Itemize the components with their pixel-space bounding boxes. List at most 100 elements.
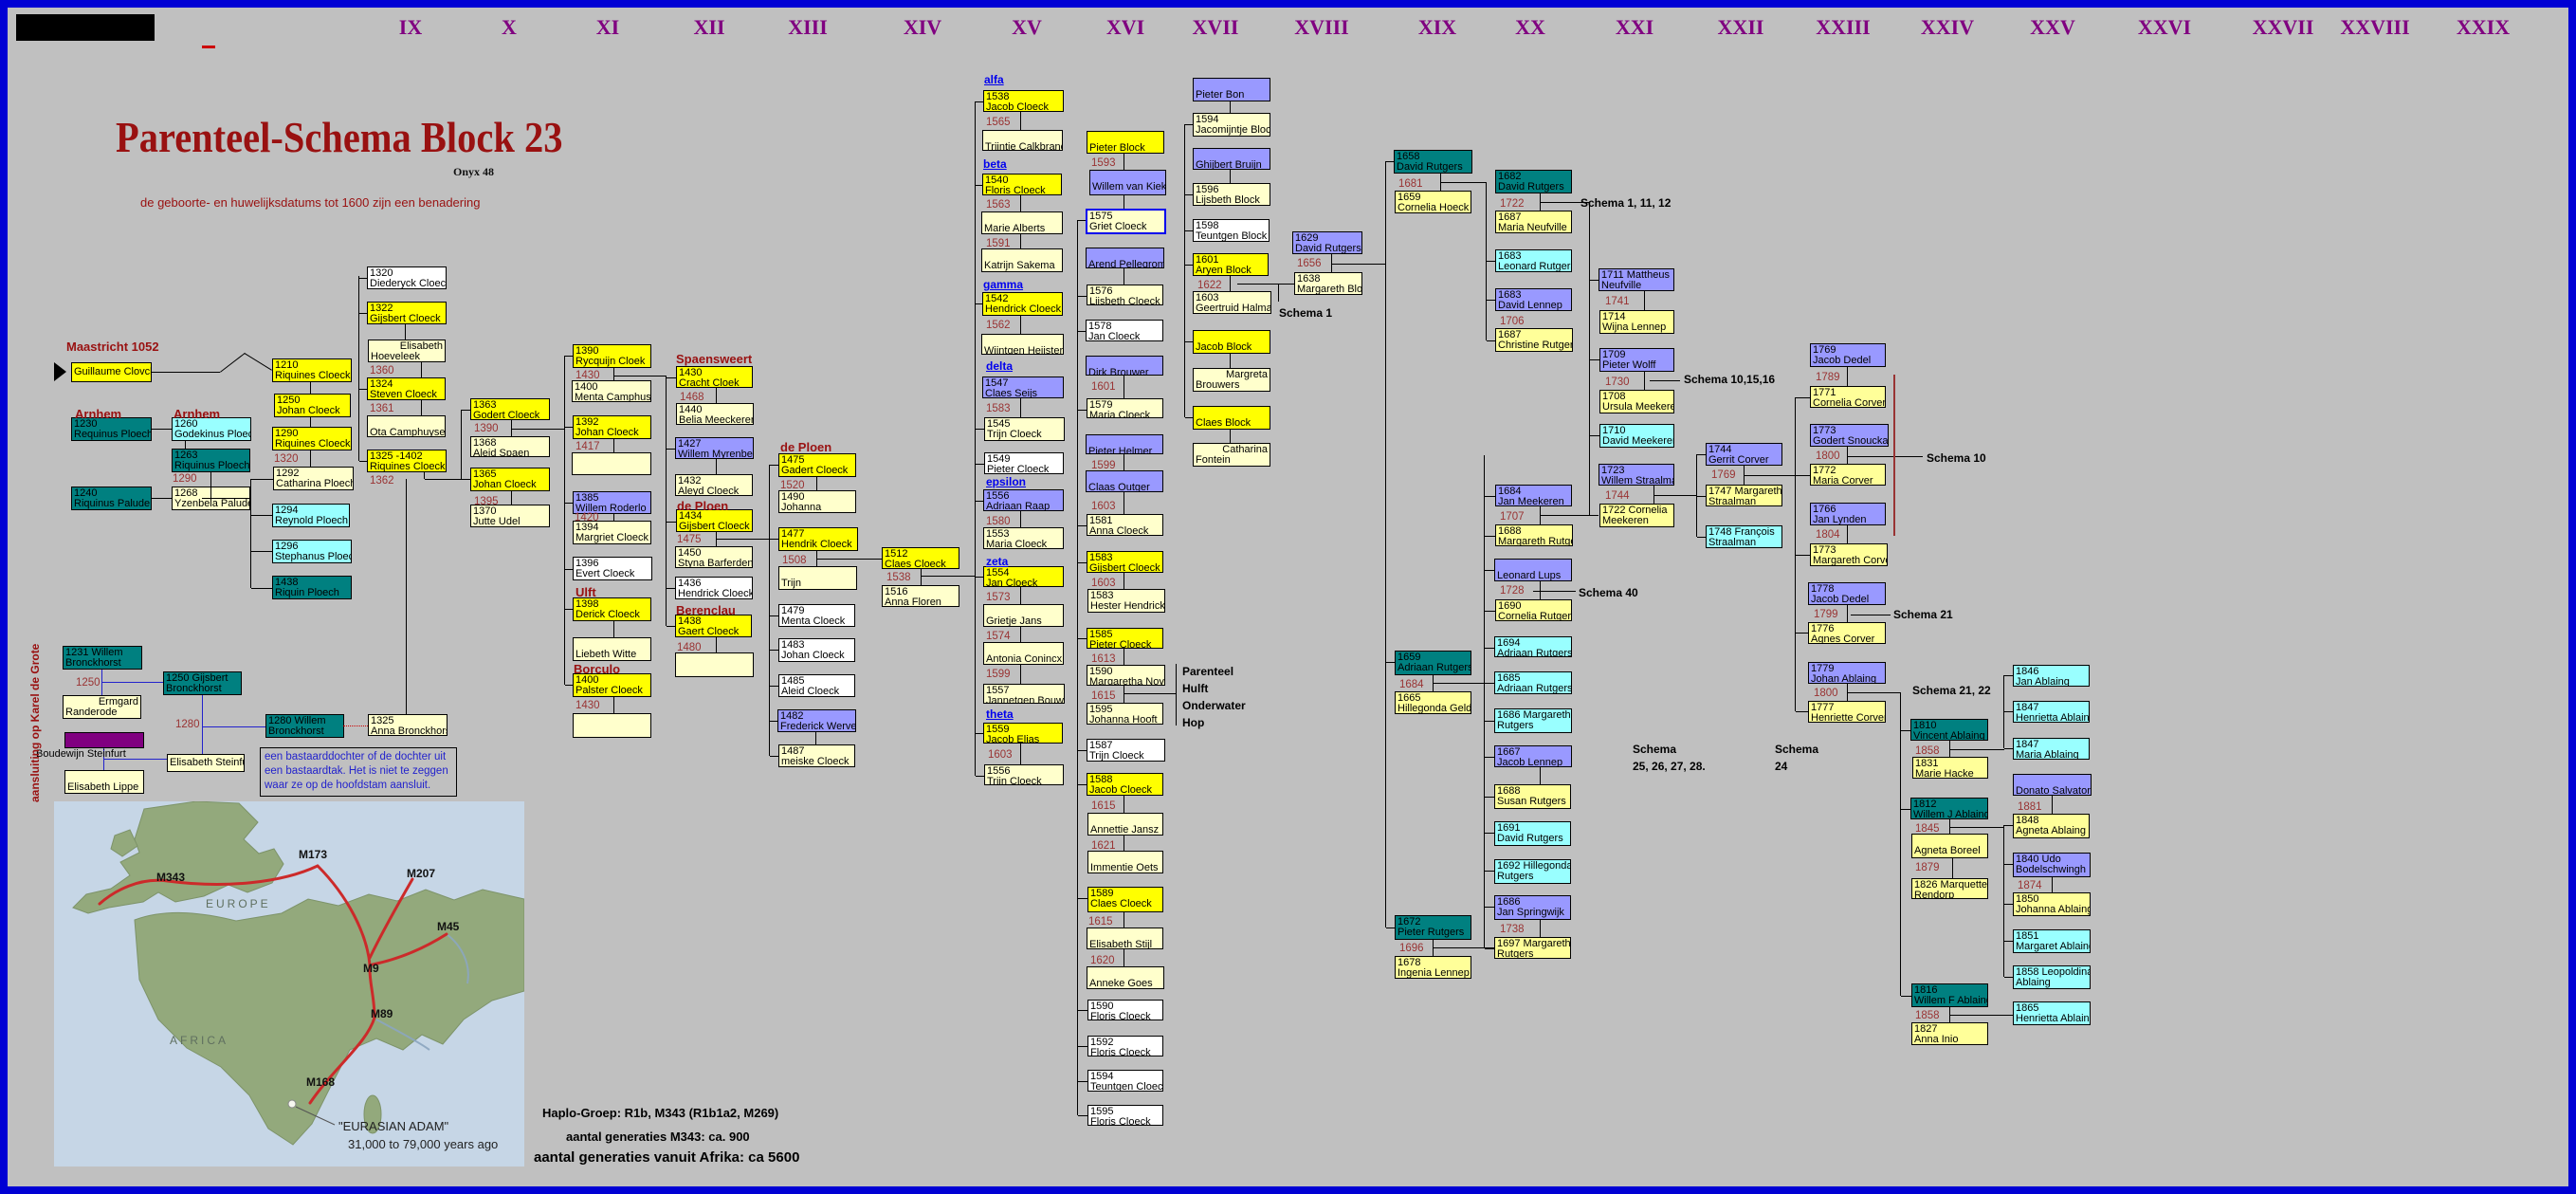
person-box: Elisabeth Steinfurt [167,754,245,772]
connector-line [976,733,983,734]
connector-line [1185,124,1193,125]
person-box: Claes Block [1193,406,1270,430]
person-box: 1363Godert Cloeck [470,398,550,420]
connector-line [152,372,220,373]
connector-line [461,410,462,479]
connector-line [1185,417,1193,418]
connector-line [1697,496,1706,497]
generation-numeral: XXVIII [2340,15,2409,40]
person-box: 1398Derick Cloeck [573,597,651,621]
schema-reference: Schema 21, 22 [1912,682,1991,699]
person-box: Ghijbert Bruijn [1193,148,1270,170]
connector-line [1185,230,1193,231]
person-box: 1594Teuntgen Cloeck [1087,1070,1163,1092]
person-box: 1542Hendrick Cloeck [982,292,1063,316]
person-box: Antonia Conincx [983,642,1064,665]
connector-line [1901,730,1910,731]
marriage-year-label: 1320 [274,453,299,465]
connector-line [1485,757,1494,758]
person-box [675,652,754,677]
connector-line [815,732,816,744]
branch-header: delta [986,359,1013,373]
marriage-year-label: 1574 [986,631,1011,642]
connector-line [1078,1081,1087,1082]
connector-line [2004,904,2013,905]
marriage-year-label: 1621 [1091,840,1116,852]
connector-line [425,479,462,480]
connector-line [1278,284,1279,302]
connector-line [462,410,470,411]
page-title: Parenteel-Schema Block 23 [116,112,562,162]
person-box: 1690Cornelia Rutgers [1495,599,1572,621]
person-box: 1590Margaretha Noyer [1087,665,1165,686]
schema-reference: Schema 21 [1893,606,1953,623]
connector-line [1796,475,1810,476]
connector-line [1078,1046,1087,1047]
person-box: 1475Gadert Cloeck [778,453,856,477]
schema-reference: Schema 10 [1927,450,1986,467]
branch-header: theta [986,707,1014,721]
region-header: Arnhem [75,407,121,421]
marriage-year-label: 1681 [1398,178,1423,190]
connector-line [565,503,573,504]
marriage-year-label: 1361 [370,403,394,414]
generation-numeral: IX [399,15,422,40]
connector-line [359,389,367,390]
generation-numeral: XVIII [1294,15,1348,40]
person-box: Arend Pellegrom [1086,248,1164,268]
person-box: 1322Gijsbert Cloeck [367,302,447,324]
connector-line [2052,877,2053,892]
person-box: 1320Diederyck Cloeck [367,266,447,289]
bastaard-note-box: een bastaarddochter of de dochter uit ee… [260,747,457,797]
connector-line [405,324,406,340]
marriage-year-label: 1789 [1816,372,1840,383]
connector-line [770,539,778,540]
connector-line [1650,380,1680,381]
connector-line [2004,675,2013,676]
marriage-year-label: 1430 [575,370,600,381]
connector-line [921,569,922,585]
marriage-year-label: 1591 [986,238,1011,249]
person-box: 1723Willem Straalman [1599,464,1674,486]
person-box: 1556Adriaan Raap [983,489,1064,511]
person-box: 1708Ursula Meekeren [1599,390,1674,413]
marriage-year-label: 1804 [1816,529,1840,541]
person-box: 1263Riquinus Ploech [172,449,250,472]
person-box: 1385Willem Roderlo [573,491,651,514]
marriage-year-label: 1480 [677,642,702,653]
connector-line [613,514,614,521]
person-box: 1370Jutte Udel [470,505,550,527]
connector-line [2004,977,2013,978]
connector-line [1901,996,1911,997]
person-box: 1688Susan Rutgers [1494,784,1571,809]
connector-line [1485,948,1494,949]
continent-label: AFRICA [170,1034,228,1047]
svg-text:"EURASIAN ADAM": "EURASIAN ADAM" [338,1119,449,1133]
connector-line [1589,435,1590,515]
person-box: 1709Pieter Wolff [1599,348,1674,372]
connector-line [565,609,573,610]
connector-line [1020,744,1021,764]
marriage-year-label: 1538 [886,572,911,583]
svg-text:31,000 to 79,000 years ago: 31,000 to 79,000 years ago [348,1137,498,1151]
connector-line [667,522,676,523]
person-box: 1847Maria Ablaing [2013,738,2090,760]
start-arrow-icon [54,362,66,381]
person-box: 1851Margaret Ablaing [2013,929,2091,953]
connector-line [1485,797,1494,798]
region-header: Arnhem [174,407,220,421]
person-box: 1776Agnes Corver [1808,622,1886,644]
connector-line [976,776,984,777]
haplogroup-marker: M173 [299,848,327,861]
person-box: 1769Jacob Dedel [1810,343,1886,367]
haplogroup-line: Haplo-Groep: R1b, M343 (R1b1a2, M269) [542,1106,778,1120]
person-box: 1827Anna Inio [1911,1022,1988,1045]
marriage-year-label: 1562 [986,320,1011,331]
schema-reference: Schema 10,15,16 [1684,371,1775,388]
marriage-year-label: 1563 [986,199,1011,211]
connector-line [1230,276,1231,291]
connector-line [1589,202,1590,435]
person-box: Grietje Jans [983,604,1064,627]
person-box: ErmgardRanderode [63,695,141,719]
person-box: 1779Johan Ablaing [1808,662,1886,684]
